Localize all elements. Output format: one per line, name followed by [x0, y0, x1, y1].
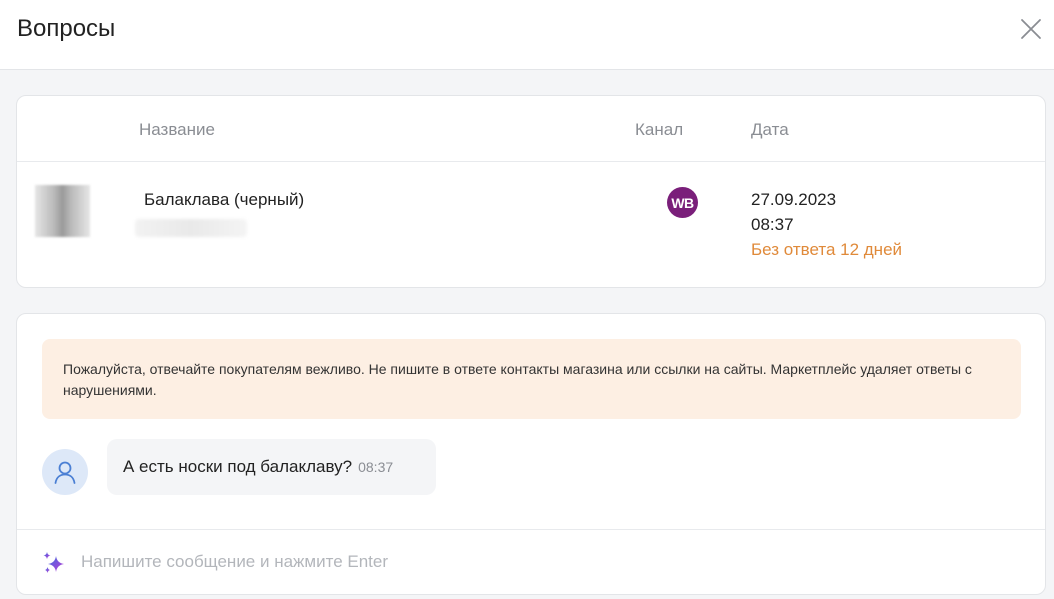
product-name[interactable]: Балаклава (черный) — [144, 190, 304, 210]
unanswered-status: Без ответа 12 дней — [751, 240, 903, 259]
product-article-redacted — [135, 219, 247, 237]
question-date: 27.09.2023 — [751, 190, 837, 209]
modal-header: Вопросы — [0, 0, 1054, 70]
close-button[interactable] — [1016, 14, 1046, 44]
column-header-name[interactable]: Название — [139, 120, 215, 140]
input-divider — [17, 529, 1045, 530]
questions-table: Название Канал Дата Балаклава (черный) W… — [16, 95, 1046, 288]
chat-panel: Пожалуйста, отвечайте покупателям вежлив… — [16, 313, 1046, 595]
close-icon[interactable] — [1019, 17, 1043, 41]
column-header-channel[interactable]: Канал — [635, 120, 683, 140]
sparkle-icon[interactable] — [41, 550, 69, 578]
product-thumbnail — [35, 185, 90, 237]
avatar — [42, 449, 88, 495]
header-divider — [17, 161, 1045, 162]
politeness-notice: Пожалуйста, отвечайте покупателям вежлив… — [42, 339, 1021, 419]
message-text: А есть носки под балаклаву? — [123, 457, 353, 476]
message-input[interactable] — [81, 546, 1021, 578]
message-bubble: А есть носки под балаклаву? 08:37 — [107, 439, 436, 495]
column-header-date[interactable]: Дата — [751, 120, 789, 140]
message-time: 08:37 — [358, 459, 394, 475]
channel-badge-wb: WB — [667, 187, 698, 218]
page-title: Вопросы — [17, 15, 116, 42]
user-icon — [54, 461, 76, 484]
question-time: 08:37 — [751, 215, 794, 234]
